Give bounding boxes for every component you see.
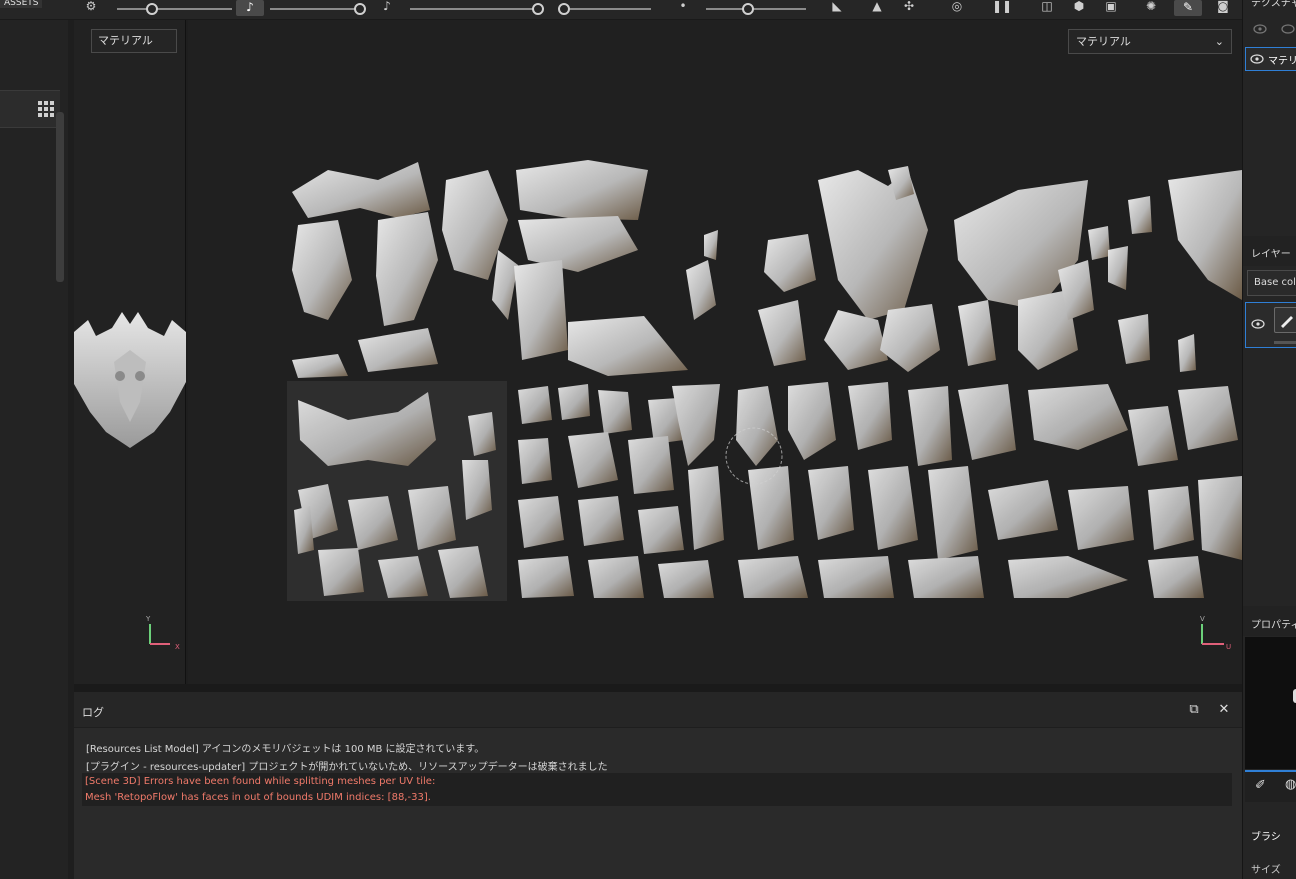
paint-mode-button[interactable]: ✎ (1174, 0, 1202, 16)
material-mode-select-3d[interactable]: マテリアル (91, 29, 177, 53)
pause-icon[interactable]: ❚❚ (992, 0, 1012, 14)
layers-tab[interactable]: レイヤー (1251, 245, 1291, 260)
paint-brush-icon[interactable] (1274, 307, 1296, 333)
align-icon[interactable]: ▲ (868, 0, 886, 14)
log-header: ログ ⧉ ✕ (74, 692, 1242, 728)
axis-label-u: U (1226, 643, 1232, 651)
properties-tabs: ✐ ◍ (1245, 770, 1296, 802)
assets-tab[interactable]: ASSETS (0, 0, 43, 8)
close-icon[interactable]: ✕ (1216, 702, 1232, 718)
assets-panel (0, 20, 68, 879)
camera-icon[interactable]: ▣ (1102, 0, 1120, 14)
opacity-slider-handle[interactable] (532, 3, 544, 15)
flow-slider[interactable] (270, 8, 365, 10)
pen-pressure-icon[interactable]: ♪ (378, 0, 396, 14)
eye-icon[interactable] (1281, 24, 1295, 34)
camera-lock-icon[interactable]: ◎ (948, 0, 966, 14)
flow-slider-handle[interactable] (354, 3, 366, 15)
material-tab-icon[interactable]: ◍ (1285, 777, 1296, 792)
log-line: [Resources List Model] アイコンのメモリバジェットは 10… (86, 744, 485, 755)
eye-icon[interactable] (1253, 24, 1267, 34)
size-slider[interactable] (117, 8, 232, 10)
mask-model (74, 312, 186, 448)
assets-scrollbar[interactable] (56, 112, 64, 282)
spacing-slider[interactable] (706, 8, 806, 10)
screenshot-icon[interactable]: ◙ (1214, 0, 1232, 14)
render-icon[interactable]: ✺ (1142, 0, 1160, 14)
lazy-mouse-icon[interactable]: ✣ (900, 0, 918, 14)
stroke-slider[interactable] (563, 8, 651, 10)
log-line: [プラグイン - resources-updater] プロジェクトが開かれてい… (86, 762, 608, 773)
axis-label-y: Y (146, 615, 151, 623)
brush-tab-icon[interactable]: ✐ (1255, 778, 1266, 793)
layer-row[interactable] (1245, 302, 1296, 348)
size-label: サイズ (1251, 865, 1281, 876)
pen-pressure-button[interactable]: ♪ (236, 0, 264, 16)
eye-icon[interactable] (1250, 54, 1264, 64)
spacing-icon[interactable]: • (674, 0, 692, 14)
opacity-slider[interactable] (410, 8, 540, 10)
log-error-line: Mesh 'RetopoFlow' has faces in out of bo… (85, 792, 431, 803)
log-title: ログ (82, 706, 104, 719)
properties-tab[interactable]: プロパティ (1251, 616, 1296, 631)
properties-header: プロパティ (1243, 606, 1296, 636)
stencil-icon[interactable]: ⚙ (82, 0, 100, 14)
log-panel: ログ ⧉ ✕ [Resources List Model] アイコンのメモリバジ… (74, 692, 1242, 879)
axis-label-v: V (1200, 615, 1205, 623)
grid-view-icon[interactable] (38, 101, 54, 117)
log-error-line: [Scene 3D] Errors have been found while … (85, 776, 436, 787)
viewport-2d[interactable]: マテリアル ⌄ V U (188, 20, 1242, 684)
brush-section-label: ブラシ (1251, 832, 1281, 843)
maximize-icon[interactable]: ⧉ (1186, 702, 1202, 718)
cube-icon[interactable]: ⬢ (1070, 0, 1088, 14)
layers-header: レイヤー (1243, 236, 1296, 266)
channel-select[interactable]: Base colo (1247, 270, 1296, 296)
channel-label: Base colo (1254, 277, 1296, 288)
symmetry-icon[interactable]: ◣ (828, 0, 846, 14)
panel-divider[interactable] (74, 684, 1242, 692)
assets-toolbar (0, 90, 60, 128)
top-toolbar: ASSETS ⚙ ♪ ♪ • ◣ ▲ ✣ ◎ ❚❚ ◫ ⬢ ▣ ✺ ✎ ◙ (0, 0, 1242, 20)
right-panels: テクスチャセ マテリア レイヤー Base colo プロパティ ✐ ◍ ブラシ… (1242, 0, 1296, 879)
eye-icon[interactable] (1251, 319, 1265, 329)
spacing-slider-handle[interactable] (742, 3, 754, 15)
split-view-icon[interactable]: ◫ (1038, 0, 1056, 14)
brush-preview (1245, 637, 1296, 769)
log-error-block: [Scene 3D] Errors have been found while … (82, 773, 1232, 806)
viewport-3d[interactable]: マテリアル Y X (74, 20, 186, 684)
stroke-slider-handle[interactable] (558, 3, 570, 15)
size-slider-handle[interactable] (146, 3, 158, 15)
uv-islands (292, 160, 1242, 598)
material-row-label: マテリア (1268, 56, 1296, 67)
texture-set-tab[interactable]: テクスチャセ (1251, 0, 1296, 9)
layer-opacity-bar (1274, 341, 1296, 344)
material-row[interactable]: マテリア (1245, 47, 1296, 71)
axis-label-x: X (175, 643, 180, 651)
